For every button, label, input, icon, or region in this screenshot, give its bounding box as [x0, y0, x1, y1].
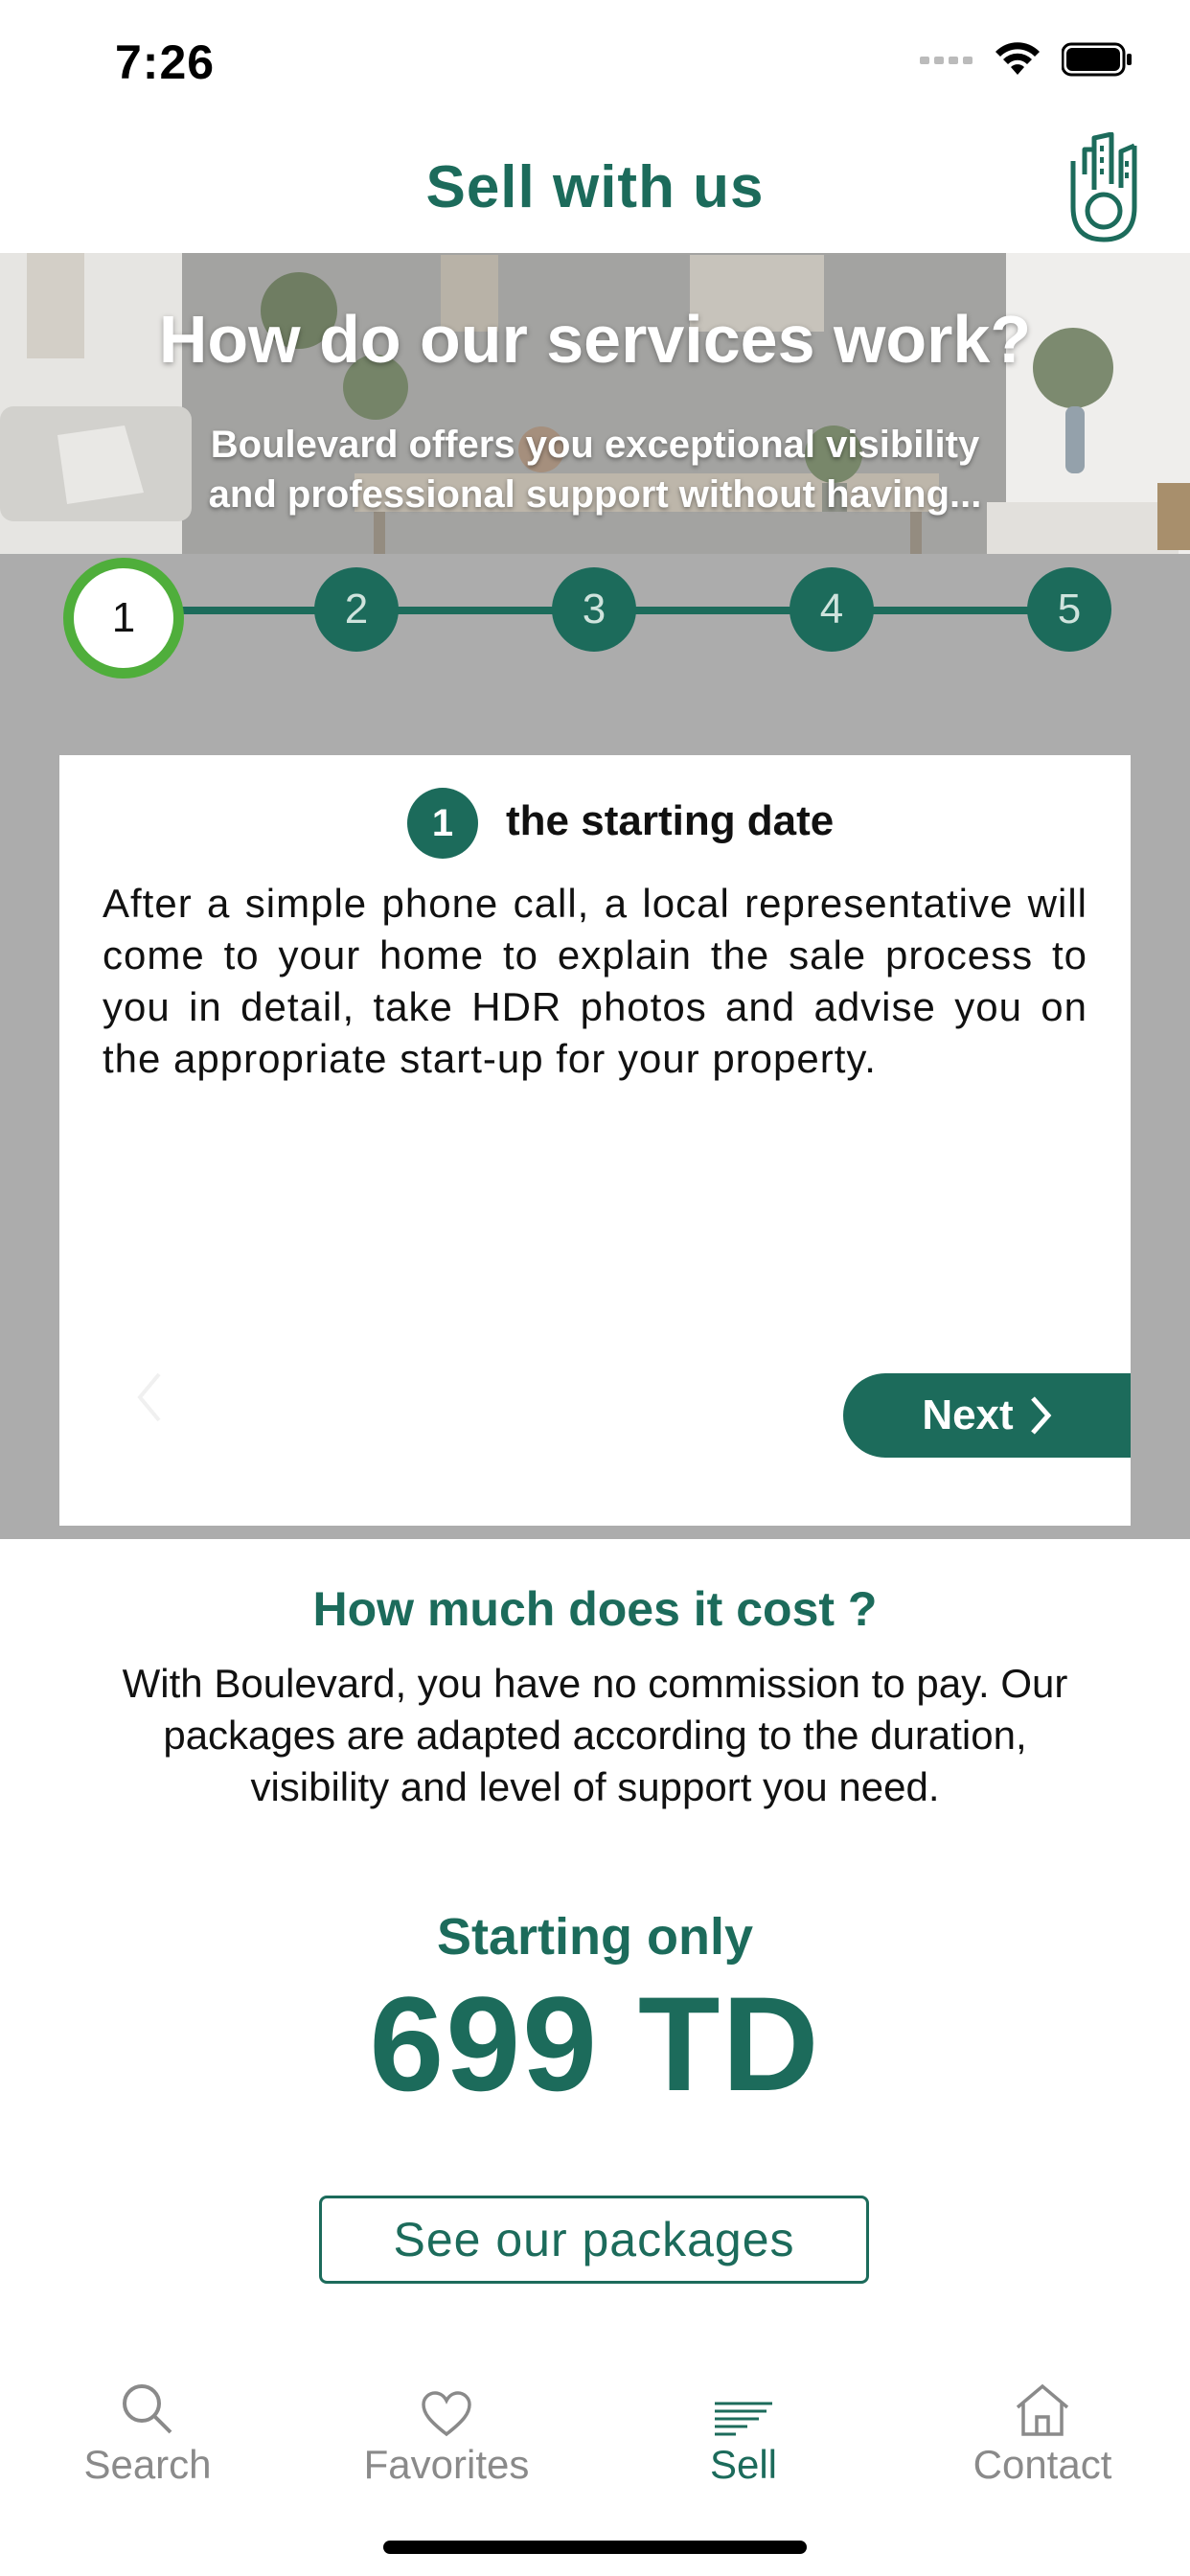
tab-search[interactable]: Search — [33, 2375, 263, 2488]
next-button-label: Next — [922, 1392, 1014, 1438]
see-packages-button[interactable]: See our packages — [319, 2196, 869, 2284]
next-button[interactable]: Next — [843, 1373, 1131, 1458]
search-icon — [123, 2384, 172, 2434]
step-title: the starting date — [506, 797, 835, 844]
page-title: Sell with us — [425, 154, 765, 220]
tab-sell-label: Sell — [709, 2442, 778, 2487]
price: 699 TD — [369, 1968, 821, 2119]
heart-icon — [422, 2391, 471, 2437]
chevron-right-icon — [1030, 1396, 1052, 1435]
step-2[interactable]: 2 — [314, 567, 399, 652]
step-description: After a simple phone call, a local repre… — [103, 881, 1087, 1081]
battery-icon — [1062, 42, 1132, 77]
tab-sell[interactable]: Sell — [629, 2375, 858, 2488]
step-5[interactable]: 5 — [1027, 567, 1111, 652]
hero-subtitle-line2: and professional support without having.… — [208, 473, 982, 516]
tab-search-label: Search — [83, 2442, 212, 2487]
hero-subtitle-line1: Boulevard offers you exceptional visibil… — [210, 424, 980, 466]
status-time: 7:26 — [115, 35, 216, 89]
hero-subtitle: Boulevard offers you exceptional visibil… — [0, 420, 1190, 519]
cost-title: How much does it cost ? — [312, 1582, 878, 1636]
tab-contact-label: Contact — [973, 2442, 1112, 2487]
home-indicator — [383, 2541, 807, 2554]
step-4[interactable]: 4 — [790, 567, 874, 652]
tab-favorites[interactable]: Favorites — [332, 2375, 561, 2488]
home-icon — [1016, 2383, 1069, 2436]
starting-label: Starting only — [436, 1908, 753, 1966]
previous-chevron-icon[interactable] — [134, 1370, 163, 1438]
hero-title: How do our services work? — [158, 302, 1032, 377]
wifi-icon — [995, 42, 1040, 75]
step-3[interactable]: 3 — [552, 567, 636, 652]
step-badge: 1 — [407, 788, 478, 859]
signal-icon — [920, 57, 973, 64]
tab-contact[interactable]: Contact — [927, 2375, 1157, 2488]
step-1[interactable]: 1 — [63, 558, 184, 678]
cost-description: With Boulevard, you have no commission t… — [122, 1661, 1068, 1809]
hero-banner: How do our services work? Boulevard offe… — [0, 253, 1190, 554]
tab-favorites-label: Favorites — [363, 2442, 530, 2487]
status-icons — [920, 42, 1133, 77]
sell-lines-icon — [715, 2402, 772, 2436]
building-hand-logo-icon — [1070, 132, 1137, 242]
